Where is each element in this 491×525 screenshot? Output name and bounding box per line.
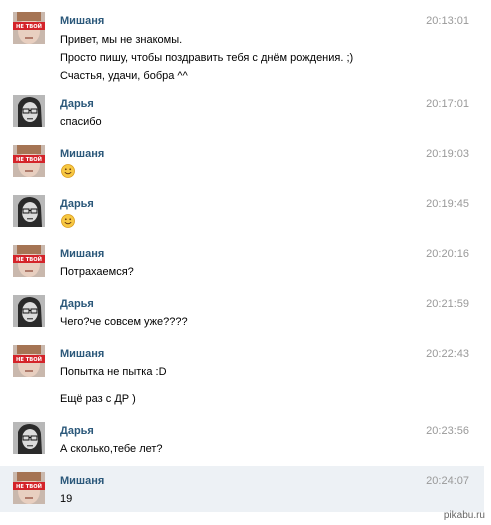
author-name[interactable]: Мишаня <box>60 247 104 261</box>
svg-text:НЕ ТВОЙ: НЕ ТВОЙ <box>16 482 42 490</box>
message-time: 20:24:07 <box>426 475 469 487</box>
message-text: Потрахаемся? <box>60 266 134 278</box>
avatar-darya[interactable] <box>13 422 45 454</box>
message-time: 20:23:56 <box>426 425 469 437</box>
message-text: Привет, мы не знакомы. <box>60 34 183 46</box>
message-item: Дарья 20:23:56 А сколько,тебе лет? <box>0 418 484 464</box>
author-name[interactable]: Дарья <box>60 424 94 438</box>
message-item: Дарья 20:21:59 Чего?че совсем уже???? <box>0 291 484 337</box>
message-text: Попытка не пытка :D <box>60 366 167 378</box>
avatar-mishanya[interactable]: НЕ ТВОЙ <box>13 145 45 177</box>
avatar-mishanya[interactable]: НЕ ТВОЙ <box>13 472 45 504</box>
author-name[interactable]: Дарья <box>60 297 94 311</box>
message-time: 20:21:59 <box>426 298 469 310</box>
message-text: 19 <box>60 493 73 505</box>
author-name[interactable]: Мишаня <box>60 347 104 361</box>
message-item: НЕ ТВОЙ Мишаня 20:19:03 <box>0 141 484 187</box>
author-name[interactable]: Мишаня <box>60 147 104 161</box>
avatar-darya[interactable] <box>13 95 45 127</box>
message-item: НЕ ТВОЙ Мишаня 20:22:43 Попытка не пытка… <box>0 341 484 415</box>
author-name[interactable]: Мишаня <box>60 474 104 488</box>
svg-text:НЕ ТВОЙ: НЕ ТВОЙ <box>16 155 42 163</box>
message-text: Просто пишу, чтобы поздравить тебя с днё… <box>60 52 354 64</box>
avatar-mishanya[interactable]: НЕ ТВОЙ <box>13 345 45 377</box>
message-item-highlighted: НЕ ТВОЙ Мишаня 20:24:07 19 <box>0 466 484 512</box>
author-name[interactable]: Дарья <box>60 197 94 211</box>
message-item: НЕ ТВОЙ Мишаня 20:20:16 Потрахаемся? <box>0 241 484 287</box>
message-time: 20:19:45 <box>426 198 469 210</box>
author-name[interactable]: Дарья <box>60 97 94 111</box>
svg-text:НЕ ТВОЙ: НЕ ТВОЙ <box>16 355 42 363</box>
message-text: Ещё раз с ДР ) <box>60 393 136 405</box>
message-time: 20:20:16 <box>426 248 469 260</box>
message-time: 20:13:01 <box>426 15 469 27</box>
smile-emoji-icon <box>61 164 75 178</box>
message-time: 20:19:03 <box>426 148 469 160</box>
svg-text:НЕ ТВОЙ: НЕ ТВОЙ <box>16 22 42 30</box>
message-text: спасибо <box>60 116 102 128</box>
watermark: pikabu.ru <box>443 510 485 521</box>
message-time: 20:17:01 <box>426 98 469 110</box>
smile-emoji-icon <box>61 214 75 228</box>
message-text: Чего?че совсем уже???? <box>60 316 188 328</box>
avatar-mishanya[interactable]: НЕ ТВОЙ <box>13 245 45 277</box>
avatar-mishanya[interactable]: НЕ ТВОЙ <box>13 12 45 44</box>
avatar-darya[interactable] <box>13 195 45 227</box>
message-text: А сколько,тебе лет? <box>60 443 163 455</box>
message-item: Дарья 20:17:01 спасибо <box>0 91 484 137</box>
message-item: НЕ ТВОЙ Мишаня 20:13:01 Привет, мы не зн… <box>0 8 484 86</box>
message-time: 20:22:43 <box>426 348 469 360</box>
avatar-darya[interactable] <box>13 295 45 327</box>
author-name[interactable]: Мишаня <box>60 14 104 28</box>
svg-text:НЕ ТВОЙ: НЕ ТВОЙ <box>16 255 42 263</box>
message-item: Дарья 20:19:45 <box>0 191 484 237</box>
message-text: Счастья, удачи, бобра ^^ <box>60 70 188 82</box>
